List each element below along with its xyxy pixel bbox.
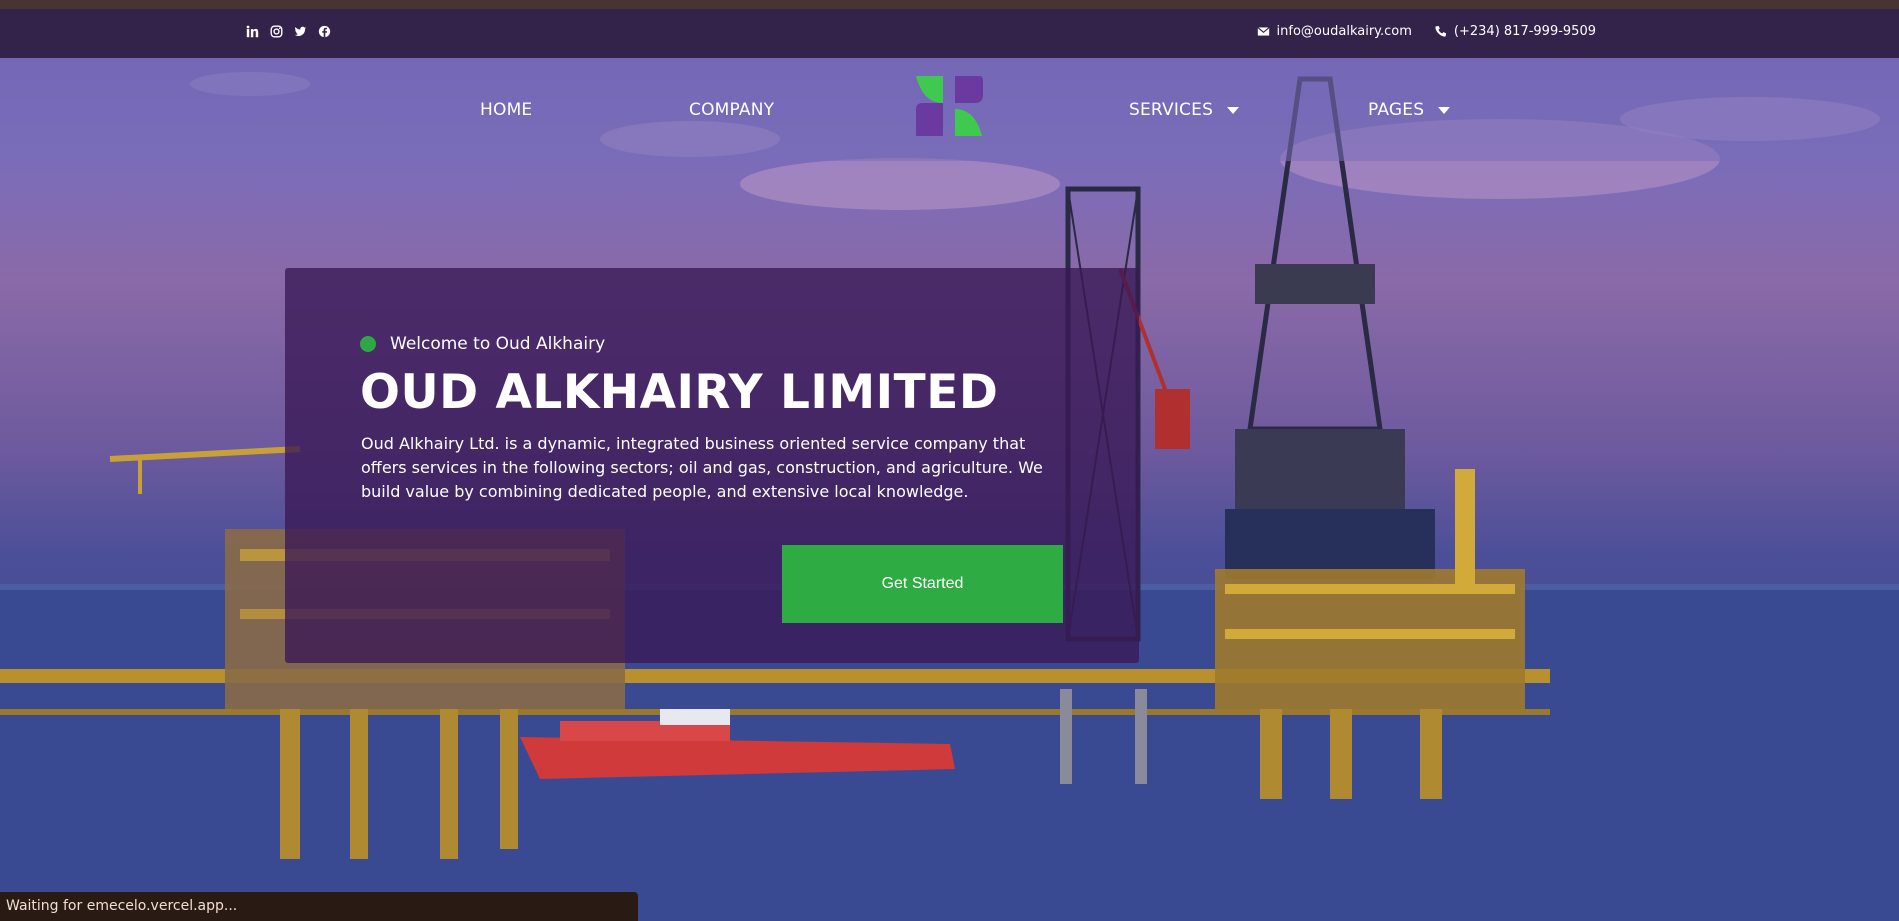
leaf-logo-icon	[916, 76, 983, 136]
nav-pages-label: PAGES	[1368, 100, 1425, 120]
green-dot-icon	[360, 336, 376, 352]
linkedin-icon[interactable]	[246, 25, 259, 38]
phone-icon	[1434, 25, 1447, 38]
nav-company[interactable]: COMPANY	[689, 100, 774, 120]
social-links	[246, 25, 331, 38]
nav-services-label: SERVICES	[1129, 100, 1214, 120]
top-contact-bar: info@oudalkairy.com (+234) 817-999-9509	[0, 9, 1899, 58]
phone-contact[interactable]: (+234) 817-999-9509	[1434, 24, 1596, 39]
email-text: info@oudalkairy.com	[1276, 24, 1412, 39]
get-started-button[interactable]: Get Started	[782, 545, 1063, 623]
facebook-icon[interactable]	[318, 25, 331, 38]
instagram-icon[interactable]	[270, 25, 283, 38]
phone-text: (+234) 817-999-9509	[1453, 24, 1596, 39]
chevron-down-icon	[1227, 106, 1240, 114]
nav-home[interactable]: HOME	[480, 100, 532, 120]
twitter-icon[interactable]	[294, 25, 307, 38]
hero-description: Oud Alkhairy Ltd. is a dynamic, integrat…	[361, 434, 1043, 501]
nav-home-label: HOME	[480, 100, 533, 120]
chevron-down-icon	[1438, 106, 1451, 114]
envelope-icon	[1256, 25, 1270, 38]
nav-pages[interactable]: PAGES	[1368, 100, 1451, 120]
email-contact[interactable]: info@oudalkairy.com	[1256, 24, 1412, 39]
nav-services[interactable]: SERVICES	[1129, 100, 1240, 120]
main-navbar: HOME COMPANY SERVICES PAGES	[0, 58, 1899, 161]
contact-info: info@oudalkairy.com (+234) 817-999-9509	[1256, 24, 1596, 39]
browser-top-strip	[0, 0, 1899, 9]
welcome-text: Welcome to Oud Alkhairy	[390, 334, 606, 354]
browser-status-bar: Waiting for emecelo.vercel.app...	[0, 892, 638, 921]
company-logo[interactable]	[913, 73, 985, 139]
welcome-line: Welcome to Oud Alkhairy	[360, 334, 605, 354]
hero-title: OUD ALKHAIRY LIMITED	[360, 365, 999, 420]
nav-company-label: COMPANY	[689, 100, 775, 120]
